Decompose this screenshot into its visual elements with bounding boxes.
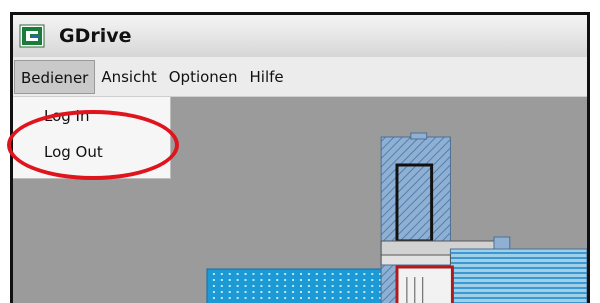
menu-bar: Bediener Ansicht Optionen Hilfe (13, 57, 587, 97)
cyan-block (206, 268, 382, 303)
menu-hilfe[interactable]: Hilfe (244, 60, 290, 94)
window-title: GDrive (59, 25, 132, 47)
red-outline-box (395, 265, 454, 303)
gdrive-app-icon (19, 24, 45, 48)
menu-ansicht[interactable]: Ansicht (95, 60, 162, 94)
menu-optionen[interactable]: Optionen (163, 60, 244, 94)
red-ellipse-annotation (7, 110, 179, 180)
title-bar: GDrive (13, 15, 587, 57)
menu-bediener[interactable]: Bediener (14, 59, 96, 94)
